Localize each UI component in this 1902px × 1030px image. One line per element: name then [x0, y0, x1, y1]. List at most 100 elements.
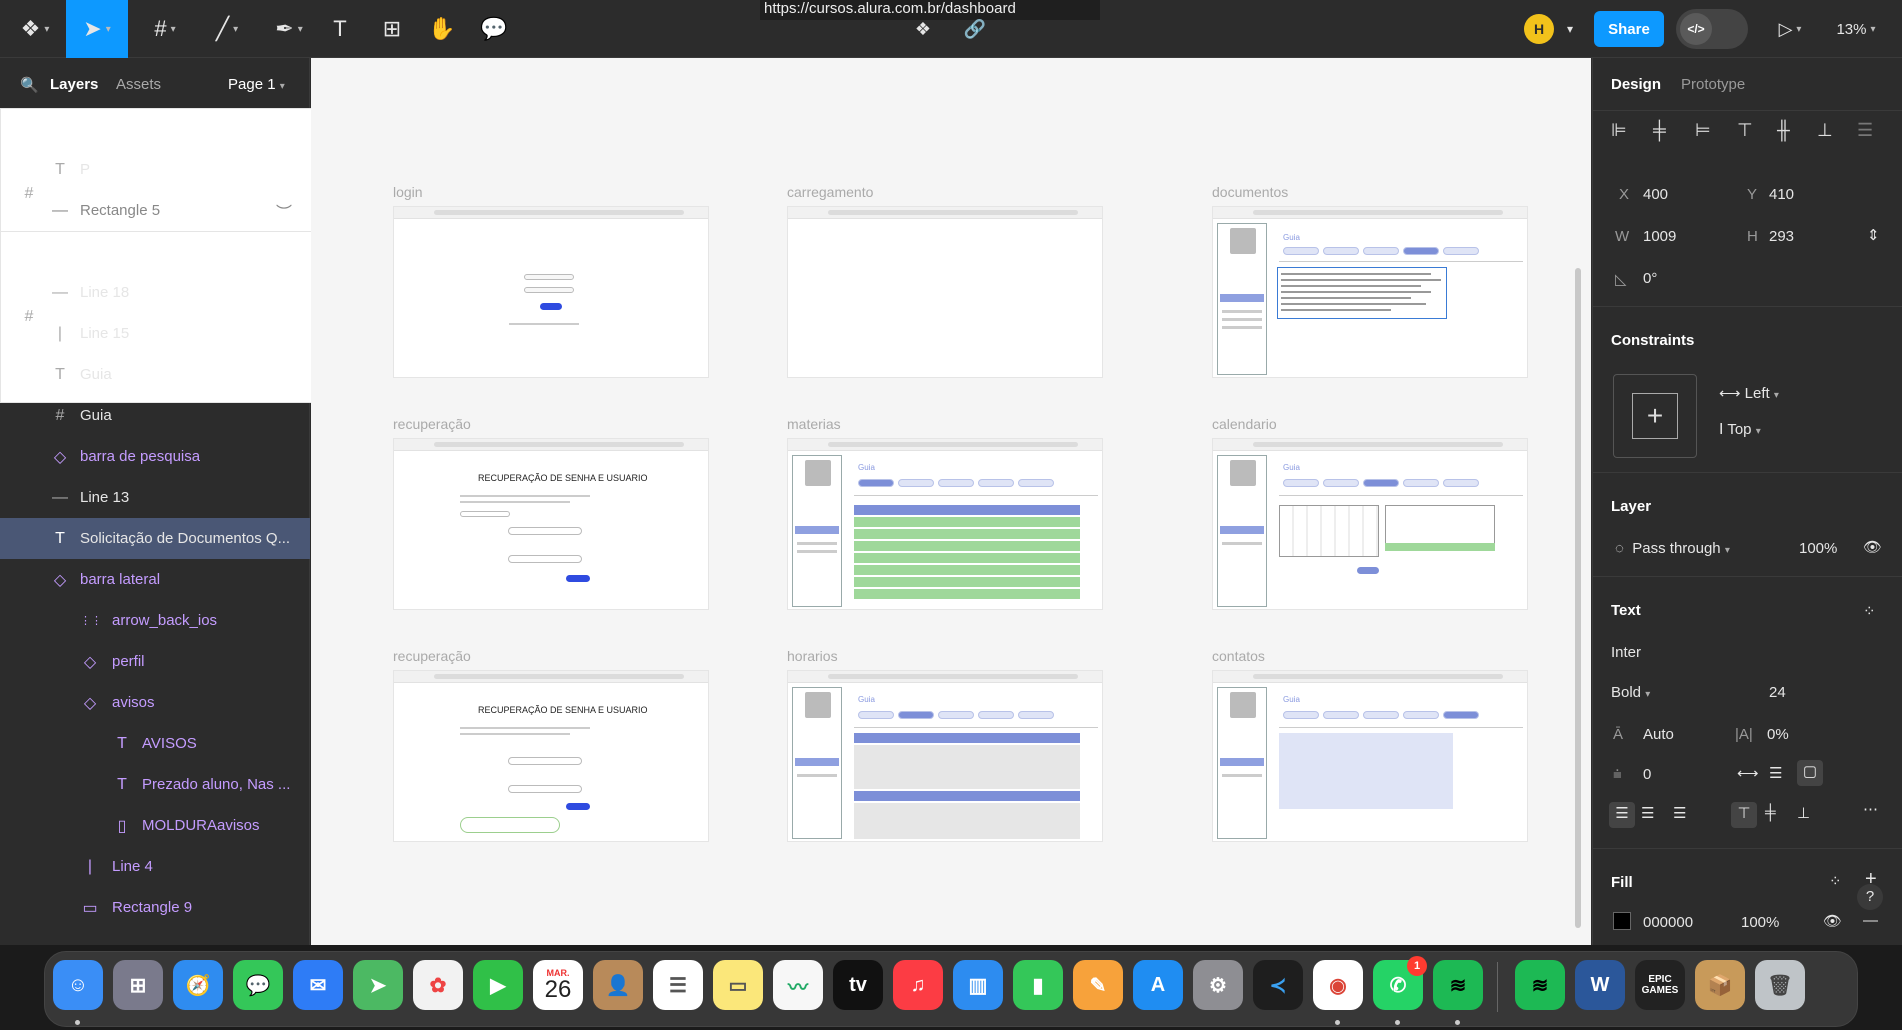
- layer-row[interactable]: — Line 18: [0, 272, 310, 313]
- align-bottom-icon[interactable]: ⊥: [1817, 120, 1833, 141]
- present-button[interactable]: ▷ ▾: [1770, 0, 1810, 58]
- frame-label[interactable]: carregamento: [787, 184, 873, 200]
- frame-label[interactable]: login: [393, 184, 423, 200]
- frame-label[interactable]: horarios: [787, 648, 838, 664]
- notes-icon[interactable]: ▭: [713, 960, 763, 1010]
- distribute-icon[interactable]: ☰: [1857, 120, 1873, 141]
- app-store-icon[interactable]: A: [1133, 960, 1183, 1010]
- w-input[interactable]: 1009: [1643, 228, 1676, 245]
- layer-row[interactable]: ◇ avisos: [0, 682, 310, 723]
- avatar[interactable]: H: [1524, 14, 1554, 44]
- search-icon[interactable]: 🔍: [20, 76, 39, 94]
- line-tool-button[interactable]: ╱ ▾: [202, 0, 252, 58]
- text-align-right-icon[interactable]: ☰: [1673, 804, 1686, 822]
- frame-calendario[interactable]: Guia: [1212, 438, 1528, 610]
- spotify-icon[interactable]: ≋: [1433, 960, 1483, 1010]
- frame-tool-button[interactable]: # ▾: [140, 0, 190, 58]
- y-input[interactable]: 410: [1769, 186, 1794, 203]
- chrome-icon[interactable]: ◉: [1313, 960, 1363, 1010]
- paragraph-spacing-input[interactable]: 0: [1643, 766, 1651, 783]
- blend-mode-dropdown[interactable]: ◌ Pass through ▾: [1615, 540, 1730, 557]
- vertical-align-bottom-icon[interactable]: ⊥: [1797, 804, 1810, 822]
- pages-icon[interactable]: ✎: [1073, 960, 1123, 1010]
- layer-row[interactable]: TP: [0, 149, 310, 190]
- downloads-folder-icon[interactable]: 📦: [1695, 960, 1745, 1010]
- frame-label[interactable]: recuperação: [393, 648, 471, 664]
- text-align-center-icon[interactable]: ☰: [1641, 804, 1654, 822]
- system-settings-icon[interactable]: ⚙: [1193, 960, 1243, 1010]
- fixed-size-icon[interactable]: ▢: [1797, 760, 1823, 786]
- trash-icon[interactable]: 🗑: [1755, 960, 1805, 1010]
- contacts-icon[interactable]: 👤: [593, 960, 643, 1010]
- share-button[interactable]: Share: [1594, 11, 1664, 47]
- text-tool-button[interactable]: T: [322, 0, 358, 58]
- frame-login[interactable]: [393, 206, 709, 378]
- eye-icon[interactable]: 👁: [1823, 912, 1842, 930]
- layer-row-selected[interactable]: T Solicitação de Documentos Q...: [0, 518, 310, 559]
- apple-tv-icon[interactable]: tv: [833, 960, 883, 1010]
- tab-assets[interactable]: Assets: [116, 76, 161, 93]
- frame-label[interactable]: recuperação: [393, 416, 471, 432]
- spotify-icon[interactable]: ≋: [1515, 960, 1565, 1010]
- chevron-down-icon[interactable]: ▾: [1560, 0, 1580, 58]
- fill-color-swatch[interactable]: [1613, 912, 1631, 930]
- frame-label[interactable]: calendario: [1212, 416, 1277, 432]
- constraint-vertical[interactable]: Ⅰ Top ▾: [1719, 420, 1761, 438]
- frame-label[interactable]: documentos: [1212, 184, 1288, 200]
- layer-row[interactable]: # Guia: [0, 395, 310, 436]
- safari-icon[interactable]: 🧭: [173, 960, 223, 1010]
- frame-documentos[interactable]: Guia: [1212, 206, 1528, 378]
- fill-styles-icon[interactable]: ⁘: [1829, 872, 1842, 890]
- layer-row[interactable]: ▯ MOLDURAavisos: [0, 805, 310, 846]
- frame-horarios[interactable]: Guia: [787, 670, 1103, 842]
- align-center-v-icon[interactable]: ╫: [1777, 120, 1790, 141]
- reminders-icon[interactable]: ☰: [653, 960, 703, 1010]
- rotation-input[interactable]: 0°: [1643, 270, 1657, 287]
- calendar-icon[interactable]: MAR. 26: [533, 960, 583, 1010]
- align-right-icon[interactable]: ⊨: [1695, 120, 1711, 141]
- auto-height-icon[interactable]: ☰: [1769, 764, 1782, 782]
- page-selector[interactable]: Page 1 ▾: [228, 76, 285, 93]
- tab-layers[interactable]: Layers: [50, 76, 98, 93]
- numbers-icon[interactable]: ▮: [1013, 960, 1063, 1010]
- layer-row[interactable]: T AVISOS: [0, 723, 310, 764]
- component-icon[interactable]: ❖: [908, 14, 938, 44]
- launchpad-icon[interactable]: ⊞: [113, 960, 163, 1010]
- layer-row[interactable]: ◇ barra de pesquisa: [0, 436, 310, 477]
- frame-contatos[interactable]: Guia: [1212, 670, 1528, 842]
- frame-recuperacao[interactable]: RECUPERAÇÃO DE SENHA E USUARIO: [393, 438, 709, 610]
- frame-label[interactable]: materias: [787, 416, 841, 432]
- vertical-align-middle-icon[interactable]: ╪: [1765, 804, 1776, 821]
- auto-width-icon[interactable]: ⟷: [1737, 764, 1759, 782]
- word-icon[interactable]: W: [1575, 960, 1625, 1010]
- hidden-eye-icon[interactable]: ︶: [274, 199, 294, 223]
- finder-icon[interactable]: ☺: [53, 960, 103, 1010]
- constraints-widget[interactable]: +: [1613, 374, 1697, 458]
- help-button[interactable]: ?: [1857, 884, 1883, 910]
- font-weight-dropdown[interactable]: Bold ▾: [1611, 684, 1650, 701]
- fill-hex-input[interactable]: 000000: [1643, 914, 1693, 931]
- whatsapp-icon[interactable]: ✆ 1: [1373, 956, 1427, 1010]
- hand-tool-button[interactable]: ✋: [424, 0, 460, 58]
- layer-row[interactable]: T Prezado aluno, Nas ...: [0, 764, 310, 805]
- components-tool-button[interactable]: ⊞: [374, 0, 410, 58]
- constrain-proportions-icon[interactable]: ⇕: [1867, 226, 1880, 244]
- figma-menu-button[interactable]: ❖ ▾: [10, 0, 60, 58]
- vertical-align-top-icon[interactable]: ⊤: [1731, 802, 1757, 828]
- keynote-icon[interactable]: ▥: [953, 960, 1003, 1010]
- dev-mode-toggle[interactable]: </>: [1676, 9, 1748, 49]
- layer-row[interactable]: ▭ Rectangle 9: [0, 887, 310, 928]
- zoom-dropdown[interactable]: 13% ▾: [1826, 0, 1886, 58]
- pen-tool-button[interactable]: ✒ ▾: [264, 0, 314, 58]
- layer-row[interactable]: ◇ barra lateral: [0, 559, 310, 600]
- font-size-input[interactable]: 24: [1769, 684, 1786, 701]
- align-top-icon[interactable]: ⊤: [1737, 120, 1753, 141]
- frame-carregamento[interactable]: [787, 206, 1103, 378]
- maps-icon[interactable]: ➤: [353, 960, 403, 1010]
- h-input[interactable]: 293: [1769, 228, 1794, 245]
- photos-icon[interactable]: ✿: [413, 960, 463, 1010]
- fill-opacity-input[interactable]: 100%: [1741, 914, 1779, 931]
- layer-row[interactable]: T Guia: [0, 354, 310, 395]
- music-icon[interactable]: ♫: [893, 960, 943, 1010]
- epic-games-icon[interactable]: EPIC GAMES: [1635, 960, 1685, 1010]
